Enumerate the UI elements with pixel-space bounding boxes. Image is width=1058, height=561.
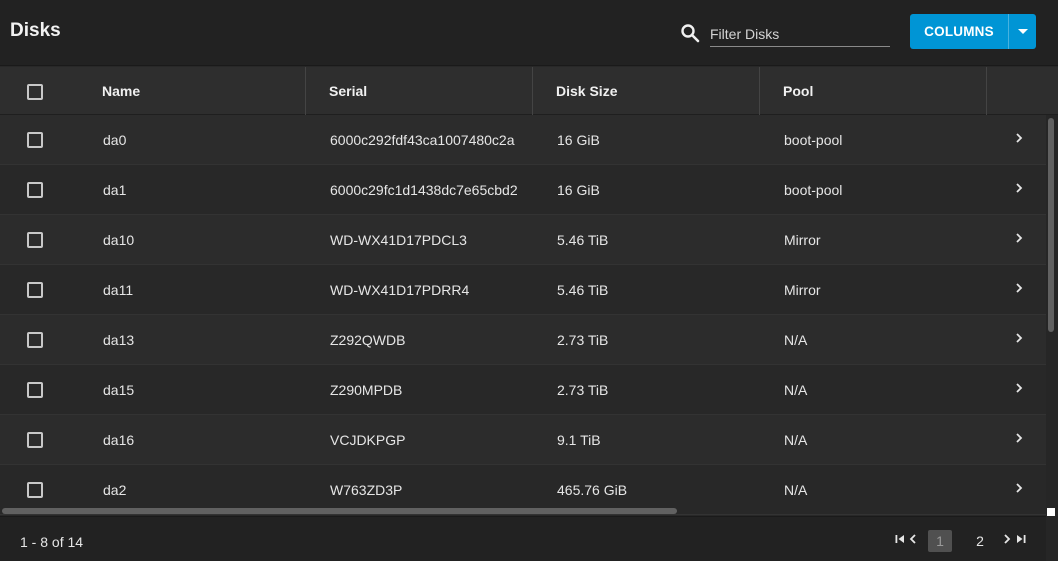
table-row[interactable]: da10 WD-WX41D17PDCL3 5.46 TiB Mirror xyxy=(0,215,1046,265)
column-header-name[interactable]: Name xyxy=(102,67,140,115)
disk-pool: N/A xyxy=(784,482,808,498)
row-checkbox[interactable] xyxy=(27,482,43,498)
select-all-checkbox[interactable] xyxy=(27,84,43,100)
disk-serial: 6000c292fdf43ca1007480c2a xyxy=(330,132,515,148)
disk-name: da15 xyxy=(103,382,135,398)
column-resize-handle[interactable] xyxy=(759,67,760,115)
disk-serial: WD-WX41D17PDRR4 xyxy=(330,282,470,298)
disk-serial: VCJDKPGP xyxy=(330,432,406,448)
disk-name: da11 xyxy=(103,282,134,298)
table-header: Name Serial Disk Size Pool xyxy=(0,67,1058,115)
disk-size: 2.73 TiB xyxy=(557,332,609,348)
page-header: Disks COLUMNS xyxy=(0,0,1058,66)
disk-name: da13 xyxy=(103,332,135,348)
table-row[interactable]: da13 Z292QWDB 2.73 TiB N/A xyxy=(0,315,1046,365)
column-header-pool[interactable]: Pool xyxy=(783,67,813,115)
disk-size: 5.46 TiB xyxy=(557,282,609,298)
table-row[interactable]: da0 6000c292fdf43ca1007480c2a 16 GiB boo… xyxy=(0,115,1046,165)
disk-pool: N/A xyxy=(784,382,808,398)
disk-name: da16 xyxy=(103,432,135,448)
row-checkbox[interactable] xyxy=(27,382,43,398)
disk-pool: Mirror xyxy=(784,232,821,248)
pagination-range: 1 - 8 of 14 xyxy=(20,534,84,550)
disk-name: da1 xyxy=(103,182,127,198)
vertical-scrollbar-thumb[interactable] xyxy=(1048,118,1054,332)
column-header-disk-size[interactable]: Disk Size xyxy=(556,67,617,115)
disk-size: 9.1 TiB xyxy=(557,432,601,448)
disk-pool: N/A xyxy=(784,432,808,448)
column-resize-handle[interactable] xyxy=(532,67,533,115)
disks-table-body: da0 6000c292fdf43ca1007480c2a 16 GiB boo… xyxy=(0,115,1046,515)
chevron-right-icon[interactable] xyxy=(1014,382,1024,394)
page-title: Disks xyxy=(10,20,61,41)
filter-disks-input[interactable] xyxy=(710,18,890,47)
table-row[interactable]: da16 VCJDKPGP 9.1 TiB N/A xyxy=(0,415,1046,465)
columns-button[interactable]: COLUMNS xyxy=(910,14,1036,49)
table-row[interactable]: da1 6000c29fc1d1438dc7e65cbd2 16 GiB boo… xyxy=(0,165,1046,215)
disk-size: 2.73 TiB xyxy=(557,382,609,398)
page-button-2[interactable]: 2 xyxy=(968,530,992,552)
disk-size: 16 GiB xyxy=(557,182,600,198)
footer-scroll-gutter xyxy=(1046,516,1058,561)
column-resize-handle[interactable] xyxy=(305,67,306,115)
paginator: 1 - 8 of 14 1 2 xyxy=(0,516,1046,561)
row-checkbox[interactable] xyxy=(27,232,43,248)
disk-size: 5.46 TiB xyxy=(557,232,609,248)
chevron-left-icon[interactable] xyxy=(908,533,918,545)
chevron-right-icon[interactable] xyxy=(1014,182,1024,194)
chevron-right-icon[interactable] xyxy=(1014,482,1024,494)
last-page-icon[interactable] xyxy=(1015,533,1027,545)
chevron-right-icon[interactable] xyxy=(1014,432,1024,444)
disk-serial: WD-WX41D17PDCL3 xyxy=(330,232,467,248)
columns-button-label: COLUMNS xyxy=(924,24,994,39)
disk-pool: boot-pool xyxy=(784,132,843,148)
chevron-right-icon[interactable] xyxy=(1002,533,1012,545)
row-checkbox[interactable] xyxy=(27,182,43,198)
disk-name: da10 xyxy=(103,232,135,248)
column-resize-handle[interactable] xyxy=(986,67,987,115)
row-checkbox[interactable] xyxy=(27,332,43,348)
disk-pool: boot-pool xyxy=(784,182,843,198)
disk-size: 16 GiB xyxy=(557,132,600,148)
chevron-right-icon[interactable] xyxy=(1014,332,1024,344)
table-row[interactable]: da15 Z290MPDB 2.73 TiB N/A xyxy=(0,365,1046,415)
disk-serial: Z292QWDB xyxy=(330,332,406,348)
disk-serial: Z290MPDB xyxy=(330,382,403,398)
disk-pool: N/A xyxy=(784,332,808,348)
chevron-right-icon[interactable] xyxy=(1014,232,1024,244)
disk-serial: 6000c29fc1d1438dc7e65cbd2 xyxy=(330,182,518,198)
page-button-1[interactable]: 1 xyxy=(928,530,952,552)
row-checkbox[interactable] xyxy=(27,282,43,298)
disk-name: da0 xyxy=(103,132,127,148)
table-row[interactable]: da11 WD-WX41D17PDRR4 5.46 TiB Mirror xyxy=(0,265,1046,315)
caret-down-icon[interactable] xyxy=(1009,29,1036,34)
scroll-corner xyxy=(1047,508,1055,516)
chevron-right-icon[interactable] xyxy=(1014,132,1024,144)
row-checkbox[interactable] xyxy=(27,432,43,448)
column-header-serial[interactable]: Serial xyxy=(329,67,367,115)
row-checkbox[interactable] xyxy=(27,132,43,148)
search-icon[interactable] xyxy=(680,23,700,43)
first-page-icon[interactable] xyxy=(894,533,906,545)
horizontal-scrollbar-thumb[interactable] xyxy=(2,508,677,514)
disk-pool: Mirror xyxy=(784,282,821,298)
chevron-right-icon[interactable] xyxy=(1014,282,1024,294)
